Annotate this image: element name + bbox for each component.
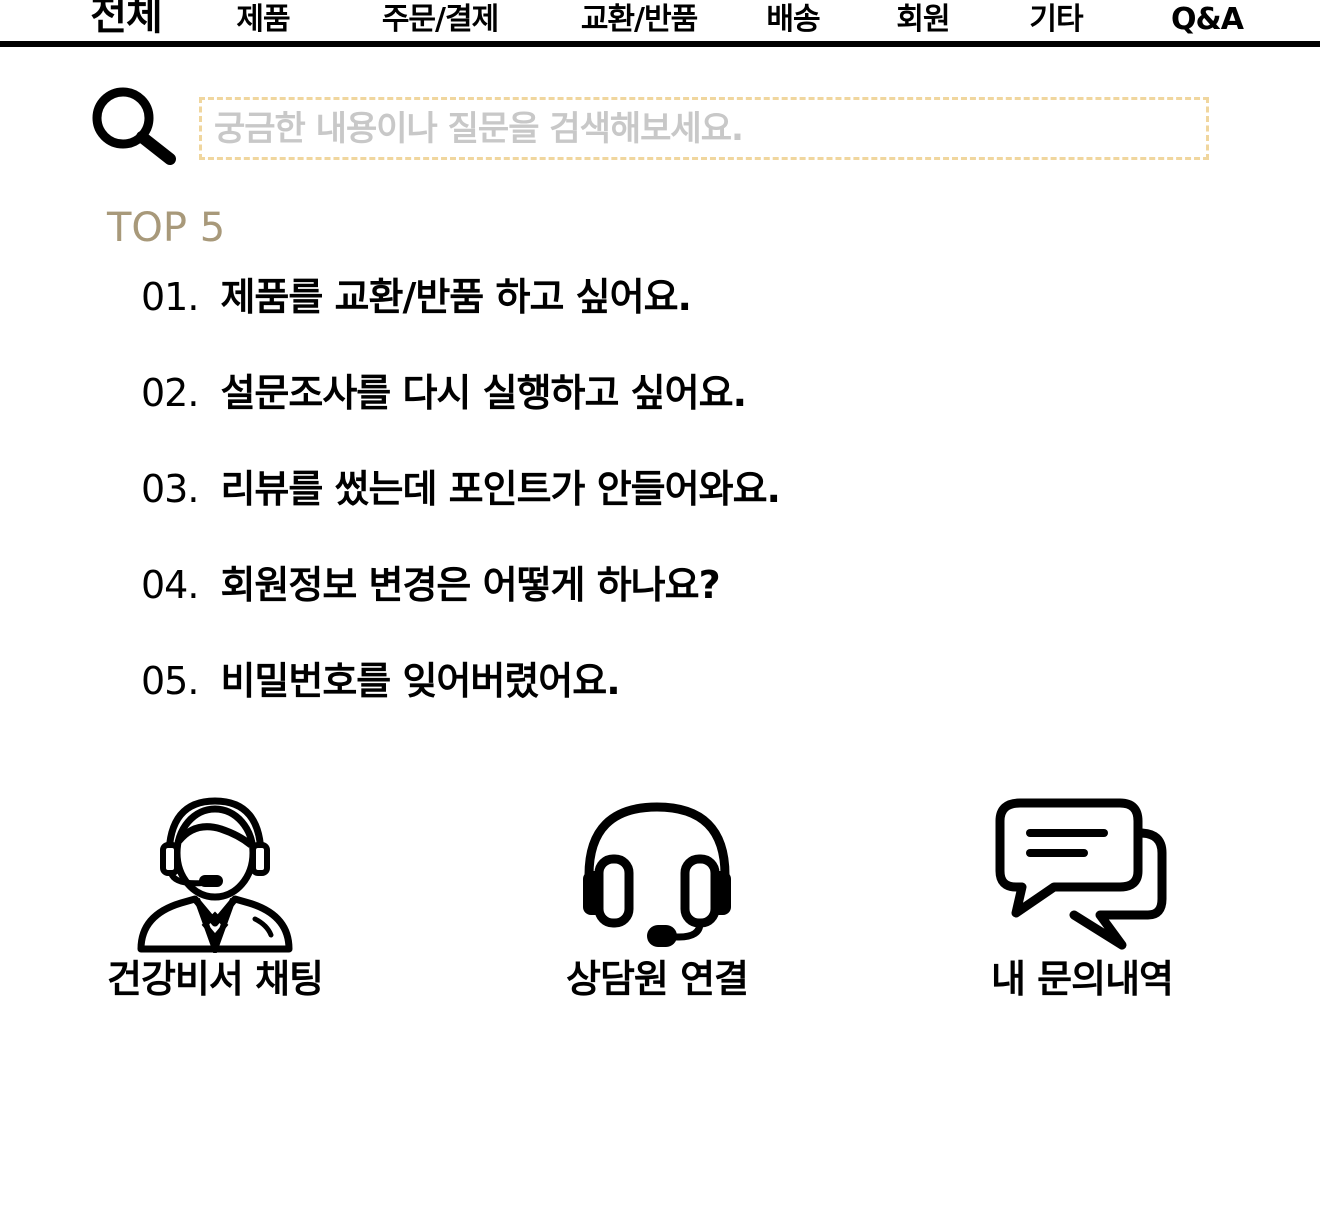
nav-divider xyxy=(0,41,1320,47)
faq-number: 02. xyxy=(141,371,199,415)
faq-list: 01. 제품를 교환/반품 하고 싶어요. 02. 설문조사를 다시 실행하고 싶어… xyxy=(141,272,781,752)
faq-question: 비밀번호를 잊어버렸어요. xyxy=(220,659,620,703)
my-inquiries-button[interactable]: 내 문의내역 xyxy=(982,795,1182,1003)
tab-all[interactable]: 전체 xyxy=(90,0,163,38)
faq-item-4[interactable]: 04. 회원정보 변경은 어떻게 하나요? xyxy=(141,560,780,656)
faq-question: 리뷰를 썼는데 포인트가 안들어와요. xyxy=(220,467,781,511)
faq-number: 03. xyxy=(141,467,199,511)
faq-number: 04. xyxy=(141,563,199,607)
tab-shipping[interactable]: 배송 xyxy=(766,2,820,38)
category-nav: 전체 제품 주문/결제 교환/반품 배송 회원 기타 Q&A xyxy=(0,0,1320,48)
tab-member[interactable]: 회원 xyxy=(896,2,950,38)
top5-title: TOP 5 xyxy=(107,205,226,251)
connect-agent-button[interactable]: 상담원 연결 xyxy=(552,795,762,1003)
support-agent-icon xyxy=(105,795,325,953)
chat-bubbles-icon xyxy=(982,795,1182,953)
faq-number: 05. xyxy=(141,659,199,703)
faq-question: 설문조사를 다시 실행하고 싶어요. xyxy=(220,371,747,415)
tab-order-payment[interactable]: 주문/결제 xyxy=(382,2,499,38)
search-input[interactable] xyxy=(199,97,1209,160)
tab-products[interactable]: 제품 xyxy=(236,2,290,38)
agent-label: 상담원 연결 xyxy=(565,957,749,1001)
health-assistant-chat-button[interactable]: 건강비서 채팅 xyxy=(105,795,325,1003)
history-label: 내 문의내역 xyxy=(990,957,1174,1001)
tab-etc[interactable]: 기타 xyxy=(1029,2,1083,38)
chat-label: 건강비서 채팅 xyxy=(107,957,324,1001)
faq-question: 제품를 교환/반품 하고 싶어요. xyxy=(220,275,692,319)
headset-icon xyxy=(552,795,762,953)
tab-qna[interactable]: Q&A xyxy=(1171,2,1244,38)
tab-exchange-return[interactable]: 교환/반품 xyxy=(581,2,698,38)
faq-item-3[interactable]: 03. 리뷰를 썼는데 포인트가 안들어와요. xyxy=(141,464,781,560)
search-icon[interactable] xyxy=(90,85,180,167)
faq-item-5[interactable]: 05. 비밀번호를 잊어버렸어요. xyxy=(141,656,780,752)
faq-question: 회원정보 변경은 어떻게 하나요? xyxy=(220,563,720,607)
faq-number: 01. xyxy=(141,275,199,319)
faq-item-2[interactable]: 02. 설문조사를 다시 실행하고 싶어요. xyxy=(141,368,780,464)
faq-item-1[interactable]: 01. 제품를 교환/반품 하고 싶어요. xyxy=(141,272,780,368)
